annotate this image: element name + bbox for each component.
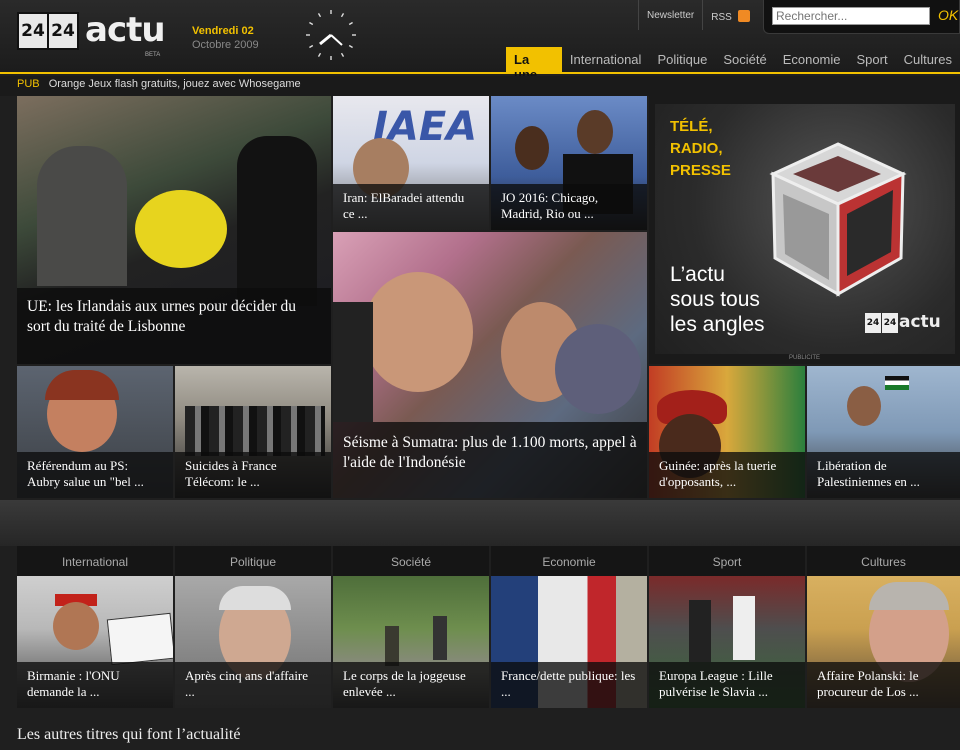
tile-main-ue[interactable]: UE: les Irlandais aux urnes pour décider…	[17, 96, 331, 364]
pub-bar: PUB Orange Jeux flash gratuits, jouez av…	[0, 76, 960, 96]
headline: Après cinq ans d'affaire ...	[175, 662, 331, 708]
date-month: Octobre 2009	[192, 39, 259, 51]
ad-tag-1: L’actu	[670, 263, 725, 286]
headline: Birmanie : l'ONU demande la ...	[17, 662, 173, 708]
nav-sport[interactable]: Sport	[849, 47, 896, 73]
ad-brand-word: actu	[899, 312, 941, 332]
category-title-economie[interactable]: Economie	[491, 546, 647, 576]
category-title-international[interactable]: International	[17, 546, 173, 576]
pub-link[interactable]: Orange Jeux flash gratuits, jouez avec W…	[49, 78, 301, 90]
category-tile-politique[interactable]: Après cinq ans d'affaire ...	[175, 576, 331, 708]
ad-cube-image	[769, 142, 907, 297]
headline: Europa League : Lille pulvérise le Slavi…	[649, 662, 805, 708]
category-tile-economie[interactable]: France/dette publique: les ...	[491, 576, 647, 708]
ad-tag-2: sous tous	[670, 288, 760, 311]
headline: Libération de Palestiniennes en ...	[807, 452, 960, 498]
category-title-sport[interactable]: Sport	[649, 546, 805, 576]
nav-societe[interactable]: Société	[715, 47, 774, 73]
rss-link[interactable]: RSS	[702, 0, 758, 30]
rss-icon	[737, 10, 750, 22]
nav-international[interactable]: International	[562, 47, 650, 73]
headline: Le corps de la joggeuse enlevée ...	[333, 662, 489, 708]
nav-cultures[interactable]: Cultures	[896, 47, 960, 73]
tile-sumatra[interactable]: Séisme à Sumatra: plus de 1.100 morts, a…	[333, 232, 647, 498]
headline: Séisme à Sumatra: plus de 1.100 morts, a…	[333, 422, 647, 498]
date-day: Vendredi 02	[192, 25, 254, 37]
site-header: 24 24 actu BETA Vendredi 02 Octobre 2009…	[0, 0, 960, 82]
ad-tag-3: les angles	[670, 313, 765, 336]
pub-label: PUB	[17, 78, 40, 90]
ad-brand-box-2: 24	[882, 313, 898, 333]
category-title-societe[interactable]: Société	[333, 546, 489, 576]
category-tile-cultures[interactable]: Affaire Polanski: le procureur de Los ..…	[807, 576, 960, 708]
headline: Suicides à France Télécom: le ...	[175, 452, 331, 498]
ad-brand-box-1: 24	[865, 313, 881, 333]
category-tile-societe[interactable]: Le corps de la joggeuse enlevée ...	[333, 576, 489, 708]
nav-economie[interactable]: Economie	[775, 47, 849, 73]
nav-politique[interactable]: Politique	[649, 47, 715, 73]
current-date: Vendredi 02 Octobre 2009	[192, 24, 259, 52]
ad-brand-logo: 24 24 actu	[865, 312, 941, 333]
headline: Référendum au PS: Aubry salue un "bel ..…	[17, 452, 173, 498]
headline: Affaire Polanski: le procureur de Los ..…	[807, 662, 960, 708]
tile-guinee[interactable]: Guinée: après la tuerie d'opposants, ...	[649, 366, 805, 498]
other-headlines-title: Les autres titres qui font l’actualité	[17, 726, 241, 743]
category-tile-sport[interactable]: Europa League : Lille pulvérise le Slavi…	[649, 576, 805, 708]
logo-wordmark: actu	[85, 10, 166, 50]
newsletter-link[interactable]: Newsletter	[638, 0, 702, 30]
logo-beta: BETA	[145, 52, 161, 58]
search-ok-button[interactable]: OK	[938, 7, 958, 23]
category-title-cultures[interactable]: Cultures	[807, 546, 960, 576]
ad-panel: TÉLÉ, RADIO, PRESSE L’actu sous tous les…	[655, 104, 955, 354]
tile-referendum[interactable]: Référendum au PS: Aubry salue un "bel ..…	[17, 366, 173, 498]
ad-line-tele: TÉLÉ,	[670, 118, 713, 135]
category-title-politique[interactable]: Politique	[175, 546, 331, 576]
ad-line-radio: RADIO,	[670, 140, 723, 157]
rss-link-label: RSS	[711, 12, 732, 23]
tile-liberation[interactable]: Libération de Palestiniennes en ...	[807, 366, 960, 498]
headline: France/dette publique: les ...	[491, 662, 647, 708]
tile-suicides[interactable]: Suicides à France Télécom: le ...	[175, 366, 331, 498]
main-nav: La une International Politique Société E…	[506, 47, 960, 82]
tile-iran[interactable]: IAEA Iran: ElBaradei attendu ce ...	[333, 96, 489, 230]
headline: JO 2016: Chicago, Madrid, Rio ou ...	[491, 184, 647, 230]
site-logo[interactable]: 24 24 actu BETA	[17, 10, 177, 60]
search-box: OK	[763, 0, 960, 34]
ad-tagline: L’actu sous tous les angles	[670, 262, 765, 337]
headline: Guinée: après la tuerie d'opposants, ...	[649, 452, 805, 498]
clock-icon	[306, 10, 356, 60]
top-links: Newsletter RSS	[638, 0, 758, 30]
logo-box-right: 24	[47, 12, 79, 50]
headline: UE: les Irlandais aux urnes pour décider…	[17, 288, 331, 364]
headline: Iran: ElBaradei attendu ce ...	[333, 184, 489, 230]
tile-jo[interactable]: JO 2016: Chicago, Madrid, Rio ou ...	[491, 96, 647, 230]
ad-banner[interactable]: TÉLÉ, RADIO, PRESSE L’actu sous tous les…	[649, 96, 960, 364]
ad-media-list: TÉLÉ, RADIO, PRESSE	[670, 116, 731, 182]
nav-la-une[interactable]: La une	[506, 47, 562, 82]
ad-line-presse: PRESSE	[670, 162, 731, 179]
section-separator	[0, 500, 960, 546]
logo-box-left: 24	[17, 12, 49, 50]
search-input[interactable]	[772, 7, 930, 25]
ad-publicite-note: PUBLICITE	[788, 355, 820, 361]
category-tile-international[interactable]: Birmanie : l'ONU demande la ...	[17, 576, 173, 708]
